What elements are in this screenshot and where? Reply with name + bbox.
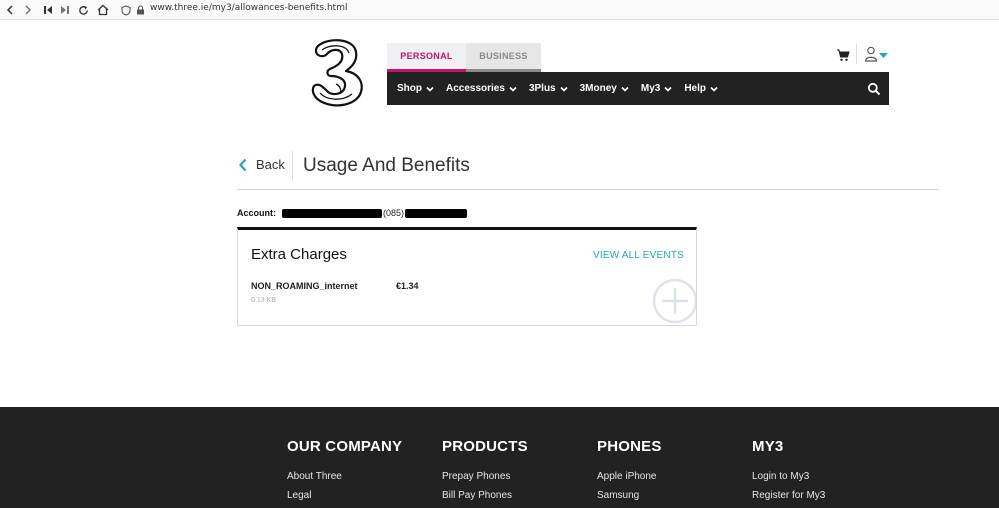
chevron-down-icon xyxy=(560,86,568,92)
back-label: Back xyxy=(256,157,285,172)
footer-link[interactable]: Prepay Phones xyxy=(442,471,528,482)
footer-heading: PRODUCTS xyxy=(442,438,528,455)
segment-tabs: PERSONAL BUSINESS xyxy=(387,43,541,72)
card-title: Extra Charges xyxy=(251,246,347,263)
nav-item-help[interactable]: Help xyxy=(684,83,718,94)
nav-item-label: My3 xyxy=(640,83,661,94)
footer-column-our-company: OUR COMPANY About Three Legal xyxy=(287,438,402,501)
nav-item-label: Help xyxy=(684,83,706,94)
main-nav: Shop Accessories 3Plus 3Money My3 Help xyxy=(387,72,889,105)
cart-icon[interactable] xyxy=(836,48,850,62)
chevron-down-icon xyxy=(509,86,517,92)
charge-size: 0.13 KB xyxy=(251,297,276,304)
back-arrow-icon[interactable] xyxy=(2,2,18,18)
forward-arrow-icon[interactable] xyxy=(20,2,36,18)
header-divider xyxy=(856,44,857,64)
account-line: Account: (085) xyxy=(237,208,468,218)
user-icon[interactable] xyxy=(864,46,890,62)
browser-toolbar: www.three.ie/my3/allowances-benefits.htm… xyxy=(0,0,999,20)
search-icon[interactable] xyxy=(867,82,881,96)
back-link[interactable]: Back xyxy=(238,157,285,172)
footer-link[interactable]: Register for My3 xyxy=(752,490,825,501)
account-label: Account: xyxy=(237,208,276,218)
nav-item-label: Shop xyxy=(397,83,422,94)
footer-link[interactable]: Legal xyxy=(287,490,402,501)
redaction-mark xyxy=(405,208,468,218)
footer-heading: OUR COMPANY xyxy=(287,438,403,455)
page-title: Usage And Benefits xyxy=(303,155,470,176)
chevron-down-icon xyxy=(621,86,629,92)
three-logo[interactable] xyxy=(306,38,366,108)
footer: OUR COMPANY About Three Legal PRODUCTS P… xyxy=(0,407,999,508)
charge-amount: €1.34 xyxy=(396,281,419,291)
charge-name: NON_ROAMING_internet xyxy=(251,281,358,291)
plus-circle-icon[interactable] xyxy=(652,278,697,326)
nav-item-label: 3Money xyxy=(579,83,617,94)
footer-column-phones: PHONES Apple iPhone Samsung xyxy=(597,438,662,501)
skip-back-icon[interactable] xyxy=(40,2,56,18)
footer-heading: PHONES xyxy=(597,438,662,455)
chevron-left-icon xyxy=(239,158,247,171)
view-all-events-link[interactable]: VIEW ALL EVENTS xyxy=(593,250,684,261)
skip-forward-icon[interactable] xyxy=(57,2,73,18)
nav-item-3money[interactable]: 3Money xyxy=(580,83,629,94)
footer-heading: MY3 xyxy=(752,438,784,455)
tab-personal[interactable]: PERSONAL xyxy=(387,43,466,72)
nav-item-3plus[interactable]: 3Plus xyxy=(529,83,568,94)
nav-item-my3[interactable]: My3 xyxy=(641,83,672,94)
chevron-down-icon xyxy=(664,86,672,92)
lock-icon xyxy=(132,2,148,18)
redaction-mark xyxy=(282,208,382,218)
footer-link[interactable]: Bill Pay Phones xyxy=(442,490,528,501)
title-divider xyxy=(292,151,293,181)
chevron-down-icon xyxy=(426,86,434,92)
account-number-fragment: (085) xyxy=(383,208,405,218)
nav-item-label: Accessories xyxy=(446,83,505,94)
reload-icon[interactable] xyxy=(75,2,91,18)
footer-column-my3: MY3 Login to My3 Register for My3 xyxy=(752,438,825,501)
home-icon[interactable] xyxy=(95,2,111,18)
title-rule xyxy=(237,189,939,190)
nav-item-label: 3Plus xyxy=(528,83,556,94)
chevron-down-icon xyxy=(710,86,718,92)
nav-item-shop[interactable]: Shop xyxy=(397,83,434,94)
footer-link[interactable]: Samsung xyxy=(597,490,662,501)
extra-charges-card: Extra Charges VIEW ALL EVENTS NON_ROAMIN… xyxy=(237,227,697,326)
nav-item-accessories[interactable]: Accessories xyxy=(446,83,517,94)
tab-business[interactable]: BUSINESS xyxy=(466,43,541,72)
footer-column-products: PRODUCTS Prepay Phones Bill Pay Phones xyxy=(442,438,528,501)
footer-link[interactable]: About Three xyxy=(287,471,402,482)
address-bar-url[interactable]: www.three.ie/my3/allowances-benefits.htm… xyxy=(150,3,347,13)
footer-link[interactable]: Apple iPhone xyxy=(597,471,662,482)
footer-link[interactable]: Login to My3 xyxy=(752,471,825,482)
